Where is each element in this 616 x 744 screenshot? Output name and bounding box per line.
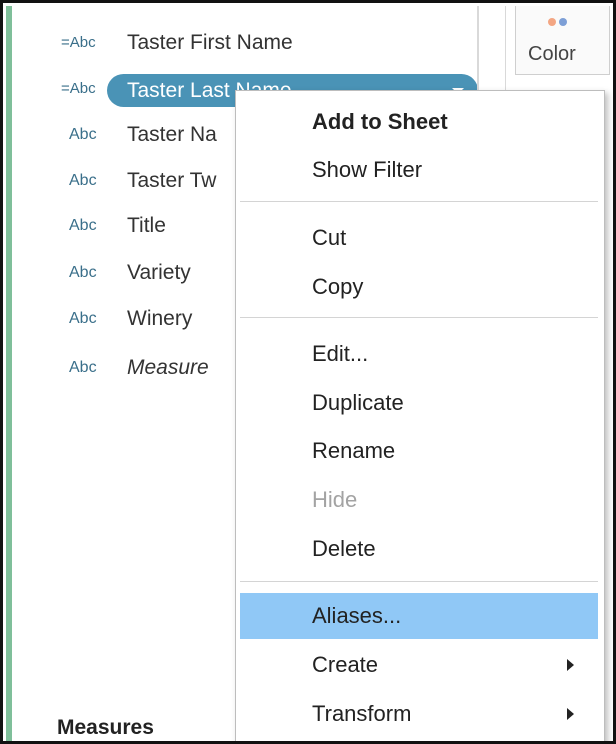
menu-item-duplicate[interactable]: Duplicate: [236, 380, 602, 426]
menu-item-aliases[interactable]: Aliases...: [240, 593, 598, 639]
menu-item-label: Rename: [312, 438, 396, 463]
menu-item-label: Duplicate: [312, 390, 404, 415]
color-label: Color: [528, 43, 576, 65]
screenshot-frame: =Abc Taster First Name =Abc Taster Last …: [0, 0, 616, 744]
menu-item-label: Delete: [312, 536, 376, 561]
string-calc-type-icon: =Abc: [61, 80, 96, 97]
pane-divider: [505, 6, 506, 96]
menu-item-label: Copy: [312, 274, 364, 299]
menu-item-label: Create: [312, 652, 379, 677]
field-label: Taster Na: [127, 123, 217, 146]
chevron-right-icon: [567, 659, 574, 671]
menu-item-delete[interactable]: Delete: [236, 526, 602, 572]
color-dots-icon: [548, 18, 578, 28]
field-taster-first-name[interactable]: =Abc Taster First Name: [12, 23, 477, 63]
color-dot: [548, 18, 556, 26]
menu-item-create[interactable]: Create: [236, 642, 602, 688]
menu-item-label: Transform: [312, 701, 412, 726]
menu-item-cut[interactable]: Cut: [236, 215, 602, 261]
chevron-right-icon: [567, 708, 574, 720]
menu-item-copy[interactable]: Copy: [236, 264, 602, 310]
string-type-icon: Abc: [69, 264, 97, 281]
measures-section-header: Measures: [57, 716, 154, 739]
menu-item-transform[interactable]: Transform: [236, 691, 602, 737]
field-label: Title: [127, 214, 166, 237]
menu-item-edit[interactable]: Edit...: [236, 331, 602, 377]
field-label: Measure: [127, 356, 209, 379]
string-type-icon: Abc: [69, 217, 97, 234]
field-label: Winery: [127, 307, 193, 330]
field-label: Taster Tw: [127, 169, 217, 192]
color-dot: [559, 18, 567, 26]
field-context-menu: Add to Sheet Show Filter Cut Copy Edit..…: [235, 90, 605, 741]
menu-item-label: Show Filter: [312, 157, 423, 182]
string-type-icon: Abc: [69, 310, 97, 327]
menu-item-label: Cut: [312, 225, 347, 250]
menu-separator: [240, 201, 598, 202]
menu-item-hide: Hide: [236, 477, 602, 523]
menu-item-show-filter[interactable]: Show Filter: [236, 147, 602, 193]
menu-item-rename[interactable]: Rename: [236, 428, 602, 474]
string-type-icon: Abc: [69, 172, 97, 189]
string-type-icon: Abc: [69, 126, 97, 143]
field-label: Variety: [127, 261, 191, 284]
field-label: Taster First Name: [127, 31, 293, 54]
string-type-icon: Abc: [69, 359, 97, 376]
menu-separator: [240, 317, 598, 318]
menu-separator: [240, 581, 598, 582]
menu-item-label: Aliases...: [312, 603, 402, 628]
pane-divider: [477, 6, 479, 96]
string-calc-type-icon: =Abc: [61, 34, 96, 51]
color-mark-button[interactable]: Color: [515, 6, 610, 75]
menu-item-label: Hide: [312, 487, 358, 512]
menu-item-label: Add to Sheet: [312, 109, 448, 134]
menu-item-add-to-sheet[interactable]: Add to Sheet: [236, 99, 602, 145]
menu-item-label: Edit...: [312, 341, 369, 366]
